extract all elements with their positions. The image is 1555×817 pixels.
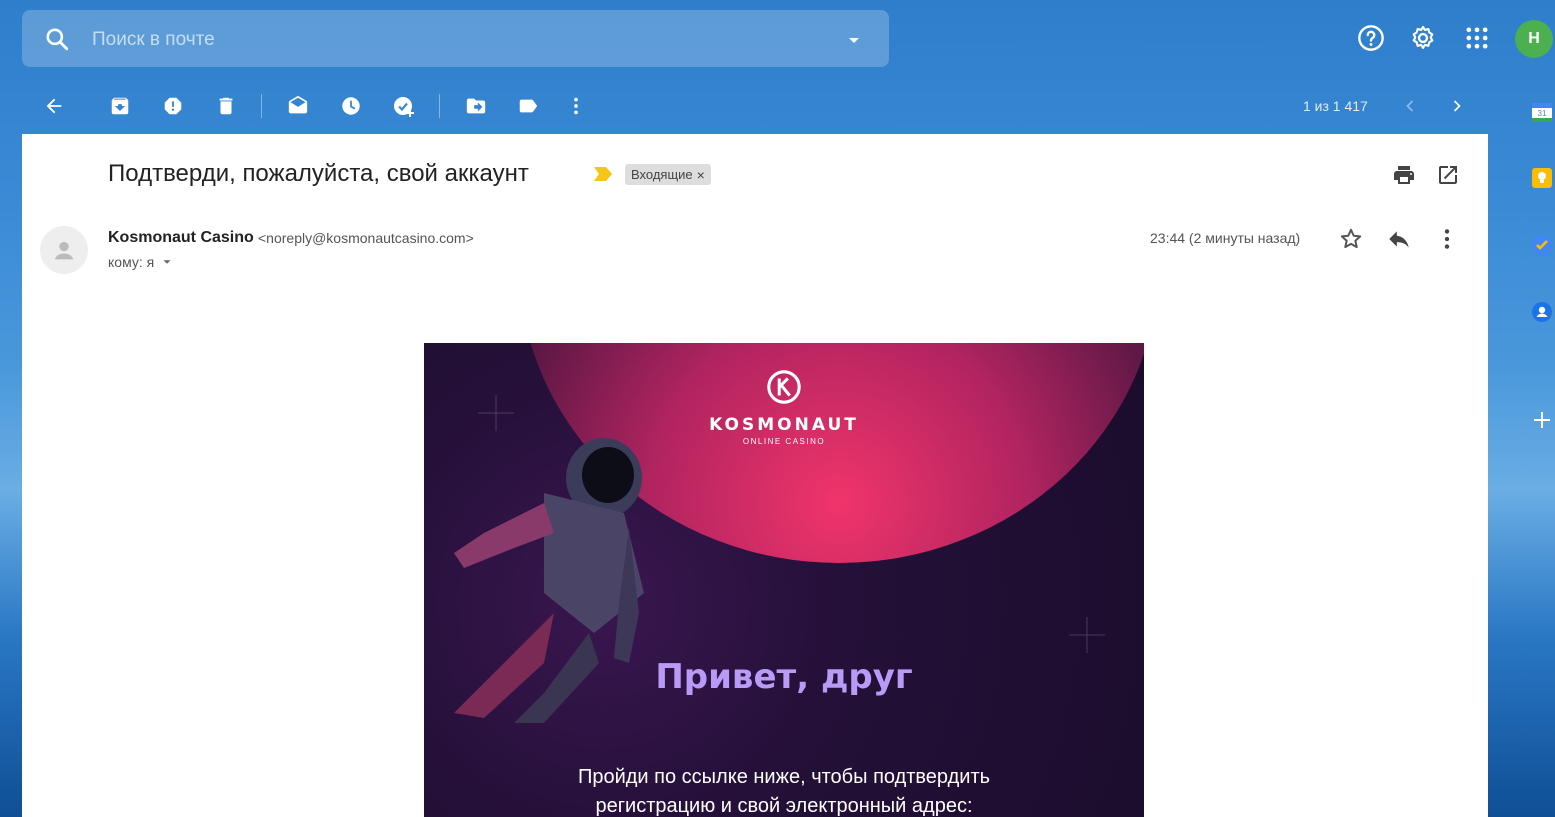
chevron-right-icon bbox=[1453, 100, 1461, 112]
email-banner: KOSMONAUT ONLINE CASINO Привет, друг Про… bbox=[424, 343, 1144, 817]
account-avatar[interactable]: Н bbox=[1515, 20, 1553, 58]
help-icon[interactable] bbox=[1357, 24, 1385, 52]
search-input[interactable] bbox=[90, 24, 794, 56]
label-chip-text: Входящие bbox=[631, 167, 693, 182]
pager-count: 1 из 1 417 bbox=[1303, 98, 1368, 114]
snooze-icon bbox=[342, 97, 360, 115]
label-button[interactable] bbox=[514, 92, 542, 120]
older-button[interactable] bbox=[1443, 92, 1471, 120]
move-to-icon bbox=[466, 98, 486, 114]
sparkle-icon bbox=[1069, 617, 1105, 653]
logo-subtitle: ONLINE CASINO bbox=[742, 437, 826, 446]
add-to-tasks-icon bbox=[394, 97, 414, 117]
chevron-left-icon bbox=[1406, 100, 1414, 112]
label-chip-inbox: Входящие × bbox=[625, 164, 711, 185]
toolbar-divider bbox=[261, 94, 262, 118]
mark-unread-icon bbox=[288, 95, 308, 114]
recipient-text: кому: я bbox=[108, 254, 155, 270]
promo-heading: Привет, друг bbox=[655, 657, 913, 697]
keep-icon[interactable] bbox=[1530, 166, 1554, 190]
back-icon bbox=[46, 98, 62, 114]
open-in-new-window-icon[interactable] bbox=[1436, 163, 1460, 187]
search-box[interactable] bbox=[22, 10, 889, 67]
add-icon[interactable] bbox=[1530, 408, 1554, 432]
mail-subject: Подтверди, пожалуйста, свой аккаунт bbox=[108, 160, 529, 187]
calendar-icon[interactable]: 31 bbox=[1530, 100, 1554, 124]
delete-button[interactable] bbox=[212, 92, 240, 120]
logo-wordmark: KOSMONAUT bbox=[709, 415, 859, 435]
sender-email: <noreply@kosmonautcasino.com> bbox=[258, 230, 474, 246]
message-toolbar: 1 из 1 417 bbox=[22, 78, 1488, 134]
promo-body-text: Пройди по ссылке ниже, чтобы подтвердить… bbox=[577, 766, 991, 817]
archive-icon bbox=[111, 97, 129, 115]
importance-marker-icon[interactable] bbox=[594, 167, 612, 181]
more-actions-button[interactable] bbox=[562, 92, 590, 120]
tasks-icon[interactable] bbox=[1530, 233, 1554, 257]
snooze-button[interactable] bbox=[337, 92, 365, 120]
star-icon[interactable] bbox=[1338, 226, 1364, 252]
kosmonaut-logo: KOSMONAUT ONLINE CASINO bbox=[424, 368, 1144, 446]
remove-label-icon[interactable]: × bbox=[697, 167, 705, 183]
top-bar: Н bbox=[0, 0, 1555, 76]
apps-grid-icon[interactable] bbox=[1463, 24, 1491, 52]
person-icon bbox=[54, 241, 74, 260]
settings-icon[interactable] bbox=[1409, 24, 1437, 52]
move-to-button[interactable] bbox=[462, 92, 490, 120]
delete-icon bbox=[219, 97, 233, 115]
label-icon bbox=[519, 99, 538, 113]
report-spam-button[interactable] bbox=[159, 92, 187, 120]
kosmonaut-logo-icon bbox=[767, 370, 801, 404]
report-spam-icon bbox=[164, 97, 182, 115]
side-apps-panel: 31 bbox=[1508, 78, 1555, 817]
svg-text:31: 31 bbox=[1538, 109, 1547, 118]
archive-button[interactable] bbox=[106, 92, 134, 120]
search-options-icon[interactable] bbox=[842, 28, 866, 52]
toolbar-divider bbox=[439, 94, 440, 118]
contacts-icon[interactable] bbox=[1530, 300, 1554, 324]
reply-icon[interactable] bbox=[1386, 226, 1412, 252]
recipient-details[interactable]: кому: я bbox=[108, 254, 174, 270]
sender-avatar[interactable] bbox=[40, 226, 88, 274]
mark-unread-button[interactable] bbox=[284, 92, 312, 120]
mail-timestamp: 23:44 (2 минуты назад) bbox=[1150, 230, 1301, 246]
back-button[interactable] bbox=[40, 92, 68, 120]
message-view: Подтверди, пожалуйста, свой аккаунт Вход… bbox=[22, 134, 1488, 817]
more-icon bbox=[574, 97, 578, 115]
sender-name[interactable]: Kosmonaut Casino bbox=[108, 229, 254, 247]
chevron-down-icon bbox=[163, 260, 171, 264]
search-icon[interactable] bbox=[44, 26, 70, 52]
add-to-tasks-button[interactable] bbox=[390, 92, 418, 120]
more-options-icon[interactable] bbox=[1434, 226, 1460, 252]
print-icon[interactable] bbox=[1392, 163, 1416, 187]
newer-button[interactable] bbox=[1396, 92, 1424, 120]
